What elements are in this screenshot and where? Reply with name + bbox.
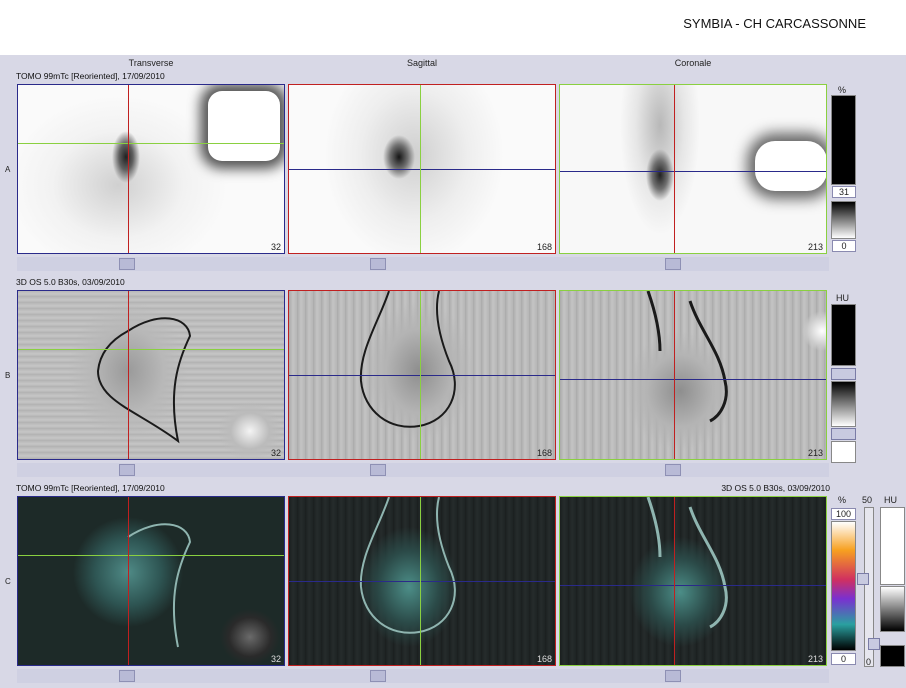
coronal-slice-slider[interactable] (665, 258, 681, 270)
viewer-workspace: Transverse Sagittal Coronale TOMO 99mTc … (0, 55, 906, 688)
row-b-label: B (5, 371, 11, 380)
row-b-series-info: 3D OS 5.0 B30s, 03/09/2010 (16, 277, 125, 287)
bone-outline (96, 317, 192, 444)
scale-b-colorbar[interactable] (831, 304, 856, 366)
row-a-label: A (5, 165, 11, 174)
scale-b-white-band (831, 441, 856, 463)
crosshair-vertical[interactable] (420, 291, 421, 459)
crosshair-horizontal[interactable] (18, 349, 284, 350)
bone-outline (646, 291, 728, 423)
transverse-slice-slider[interactable] (119, 258, 135, 270)
transverse-slice-slider[interactable] (119, 670, 135, 682)
crosshair-horizontal[interactable] (18, 555, 284, 556)
scale-c-bottom-label: 0 (866, 657, 872, 667)
crosshair-vertical[interactable] (674, 291, 675, 459)
row-c-ct-series-info: 3D OS 5.0 B30s, 03/09/2010 (721, 483, 830, 493)
transverse-view-b[interactable]: 32 (17, 290, 285, 460)
scale-a-unit: % (838, 85, 847, 95)
scale-c-unit-right: HU (884, 495, 897, 505)
transverse-view-c[interactable]: 32 (17, 496, 285, 666)
slice-number: 168 (536, 448, 552, 458)
sagittal-slice-slider[interactable] (370, 464, 386, 476)
crosshair-vertical[interactable] (128, 291, 129, 459)
column-header-transverse: Transverse (128, 58, 174, 68)
fused-bone-outline (127, 523, 192, 648)
crosshair-horizontal[interactable] (560, 585, 826, 586)
coronal-view-c[interactable]: 213 (559, 496, 827, 666)
hotspot-blob (208, 91, 280, 161)
scale-c-ct-black (880, 645, 905, 667)
scale-a-gradient[interactable] (831, 201, 856, 239)
column-header-sagittal: Sagittal (406, 58, 438, 68)
scale-a-min[interactable]: 0 (832, 240, 856, 252)
crosshair-vertical[interactable] (128, 85, 129, 253)
coronal-slice-slider[interactable] (665, 670, 681, 682)
slice-number: 32 (270, 448, 281, 458)
column-header-coronal: Coronale (674, 58, 712, 68)
institution-title: SYMBIA - CH CARCASSONNE (683, 16, 866, 31)
scale-b-gradient[interactable] (831, 381, 856, 427)
transverse-view-a[interactable]: 32 (17, 84, 285, 254)
scale-c-ct-gradient[interactable] (880, 586, 905, 632)
scale-c-max[interactable]: 100 (831, 508, 856, 520)
row-a-series-info: TOMO 99mTc [Reoriented], 17/09/2010 (16, 71, 165, 81)
row-b-scroll-strip (17, 463, 829, 477)
scale-c-min[interactable]: 0 (831, 653, 856, 665)
crosshair-vertical[interactable] (128, 497, 129, 665)
crosshair-horizontal[interactable] (18, 143, 284, 144)
scale-a-max[interactable]: 31 (832, 186, 856, 198)
scale-a-colorbar[interactable] (831, 95, 856, 185)
crosshair-horizontal[interactable] (289, 375, 555, 376)
sagittal-view-c[interactable]: 168 (288, 496, 556, 666)
scale-b-unit: HU (836, 293, 849, 303)
slice-number: 168 (536, 242, 552, 252)
coronal-view-a[interactable]: 213 (559, 84, 827, 254)
crosshair-vertical[interactable] (674, 85, 675, 253)
hotspot-blob (755, 141, 826, 191)
slice-number: 32 (270, 654, 281, 664)
row-c-scroll-strip (17, 669, 829, 683)
crosshair-horizontal[interactable] (289, 169, 555, 170)
scale-c-lower-handle[interactable] (868, 638, 880, 650)
crosshair-vertical[interactable] (420, 497, 421, 665)
slice-number: 168 (536, 654, 552, 664)
scale-c-mid-label: 50 (862, 495, 873, 505)
slice-number: 32 (270, 242, 281, 252)
slice-number: 213 (807, 242, 823, 252)
crosshair-horizontal[interactable] (289, 581, 555, 582)
sagittal-view-b[interactable]: 168 (288, 290, 556, 460)
row-c-series-info: TOMO 99mTc [Reoriented], 17/09/2010 (16, 483, 165, 493)
scale-b-lower-handle[interactable] (831, 428, 856, 440)
crosshair-vertical[interactable] (674, 497, 675, 665)
crosshair-horizontal[interactable] (560, 379, 826, 380)
slice-number: 213 (807, 654, 823, 664)
sagittal-slice-slider[interactable] (370, 258, 386, 270)
fused-bone-outline (646, 497, 728, 629)
sagittal-slice-slider[interactable] (370, 670, 386, 682)
scale-c-ct-white[interactable] (880, 507, 905, 585)
coronal-slice-slider[interactable] (665, 464, 681, 476)
crosshair-horizontal[interactable] (560, 171, 826, 172)
slice-number: 213 (807, 448, 823, 458)
crosshair-vertical[interactable] (420, 85, 421, 253)
title-bar: SYMBIA - CH CARCASSONNE (0, 0, 906, 55)
row-c-label: C (5, 577, 11, 586)
scale-c-unit-left: % (838, 495, 847, 505)
coronal-view-b[interactable]: 213 (559, 290, 827, 460)
sagittal-view-a[interactable]: 168 (288, 84, 556, 254)
scale-c-colorbar[interactable] (831, 521, 856, 651)
scale-b-upper-handle[interactable] (831, 368, 856, 380)
transverse-slice-slider[interactable] (119, 464, 135, 476)
scale-c-blend-handle[interactable] (857, 573, 869, 585)
row-a-scroll-strip (17, 257, 829, 271)
